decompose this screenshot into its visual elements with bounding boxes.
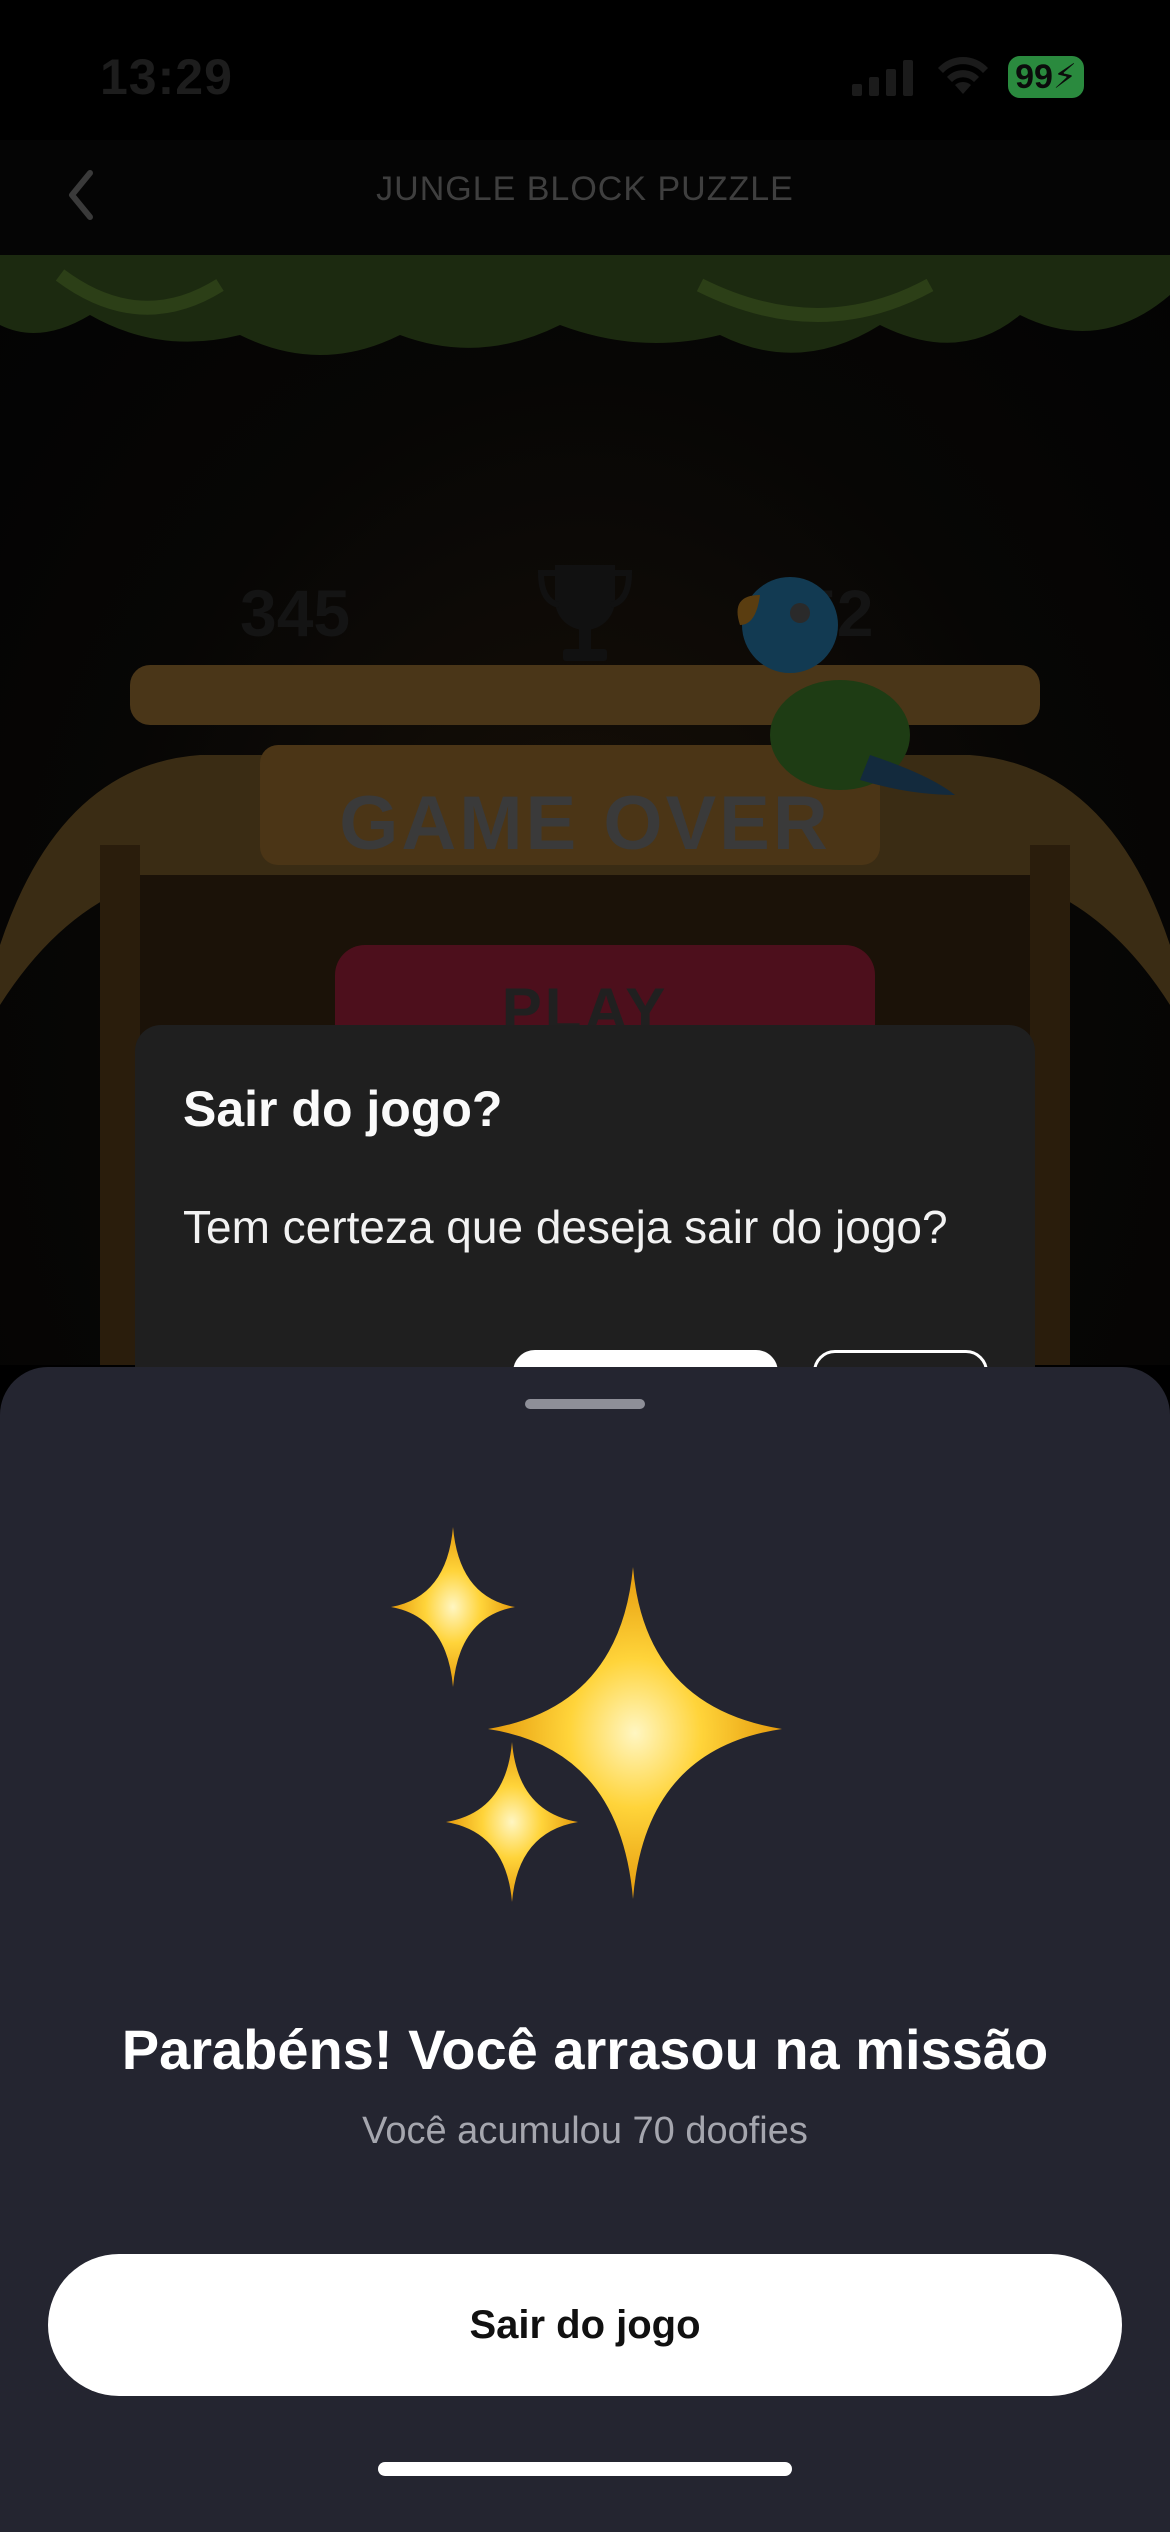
- charging-bolt-icon: ⚡: [1052, 58, 1077, 96]
- status-time: 13:29: [100, 49, 233, 105]
- dialog-title: Sair do jogo?: [183, 1081, 503, 1137]
- status-bar: 13:29 99⚡: [0, 0, 1170, 140]
- current-score: 345: [240, 576, 351, 650]
- wifi-icon: [938, 57, 988, 94]
- battery-level: 99: [1015, 58, 1053, 96]
- game-over-text: GAME OVER: [339, 781, 831, 866]
- jungle-leaves-decoration: [0, 255, 1170, 355]
- dialog-message: Tem certeza que deseja sair do jogo?: [183, 1201, 948, 1253]
- battery-icon: 99⚡: [1008, 56, 1084, 98]
- parrot-mascot-icon: [737, 577, 955, 795]
- mission-complete-sheet: Parabéns! Você arrasou na missão Você ac…: [0, 1367, 1170, 2532]
- navigation-bar: JUNGLE BLOCK PUZZLE: [0, 140, 1170, 255]
- page-title: JUNGLE BLOCK PUZZLE: [376, 170, 794, 208]
- exit-game-button[interactable]: Sair do jogo: [48, 2254, 1122, 2396]
- score-row: 345 52: [0, 565, 1170, 661]
- cellular-signal-icon: [852, 60, 913, 96]
- sheet-subtitle: Você acumulou 70 doofies: [362, 2110, 808, 2152]
- sparkles-icon: [391, 1527, 782, 1902]
- sheet-grabber-handle[interactable]: [525, 1399, 645, 1409]
- sheet-title: Parabéns! Você arrasou na missão: [121, 2018, 1049, 2081]
- home-indicator[interactable]: [378, 2462, 792, 2476]
